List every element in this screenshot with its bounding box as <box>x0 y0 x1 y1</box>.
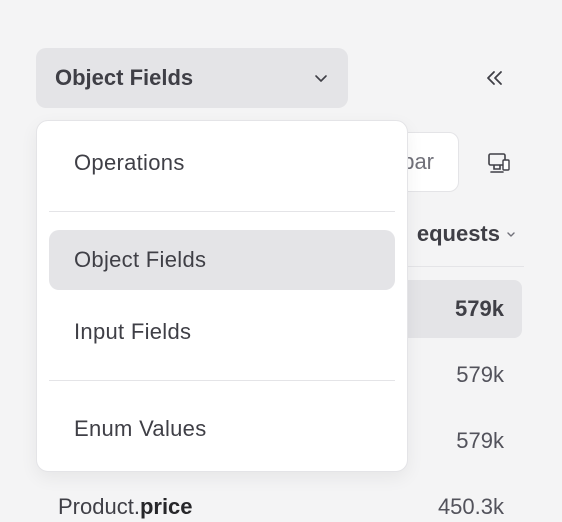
chevron-down-icon <box>315 75 327 82</box>
row-field-name: price <box>139 494 193 519</box>
row-requests-value: 579k <box>455 296 504 321</box>
view-type-selector[interactable]: Object Fields <box>36 48 348 108</box>
menu-item-enum-values[interactable]: Enum Values <box>49 399 395 459</box>
sort-chevron-icon <box>507 232 515 237</box>
device-toggle-button[interactable] <box>482 146 516 180</box>
double-chevron-left-icon <box>487 71 502 85</box>
row-type-name: Product. <box>58 494 140 519</box>
menu-item-object-fields[interactable]: Object Fields <box>49 230 395 290</box>
row-requests-value: 579k <box>456 362 504 387</box>
view-type-label: Object Fields <box>55 65 194 90</box>
requests-column-label: equests <box>416 221 500 246</box>
monitor-icon <box>488 153 510 173</box>
view-type-dropdown-menu: Operations Object Fields Input Fields En… <box>36 120 408 472</box>
row-requests-value: 579k <box>456 428 504 453</box>
menu-item-input-fields[interactable]: Input Fields <box>49 302 395 362</box>
collapse-sidebar-button[interactable] <box>478 62 512 94</box>
table-row[interactable]: Product.price 450.3k <box>36 478 522 522</box>
menu-divider <box>49 211 395 212</box>
menu-item-operations[interactable]: Operations <box>49 133 395 193</box>
row-requests-value: 450.3k <box>437 494 504 519</box>
menu-divider <box>49 380 395 381</box>
row-name: Product.price <box>58 494 193 520</box>
